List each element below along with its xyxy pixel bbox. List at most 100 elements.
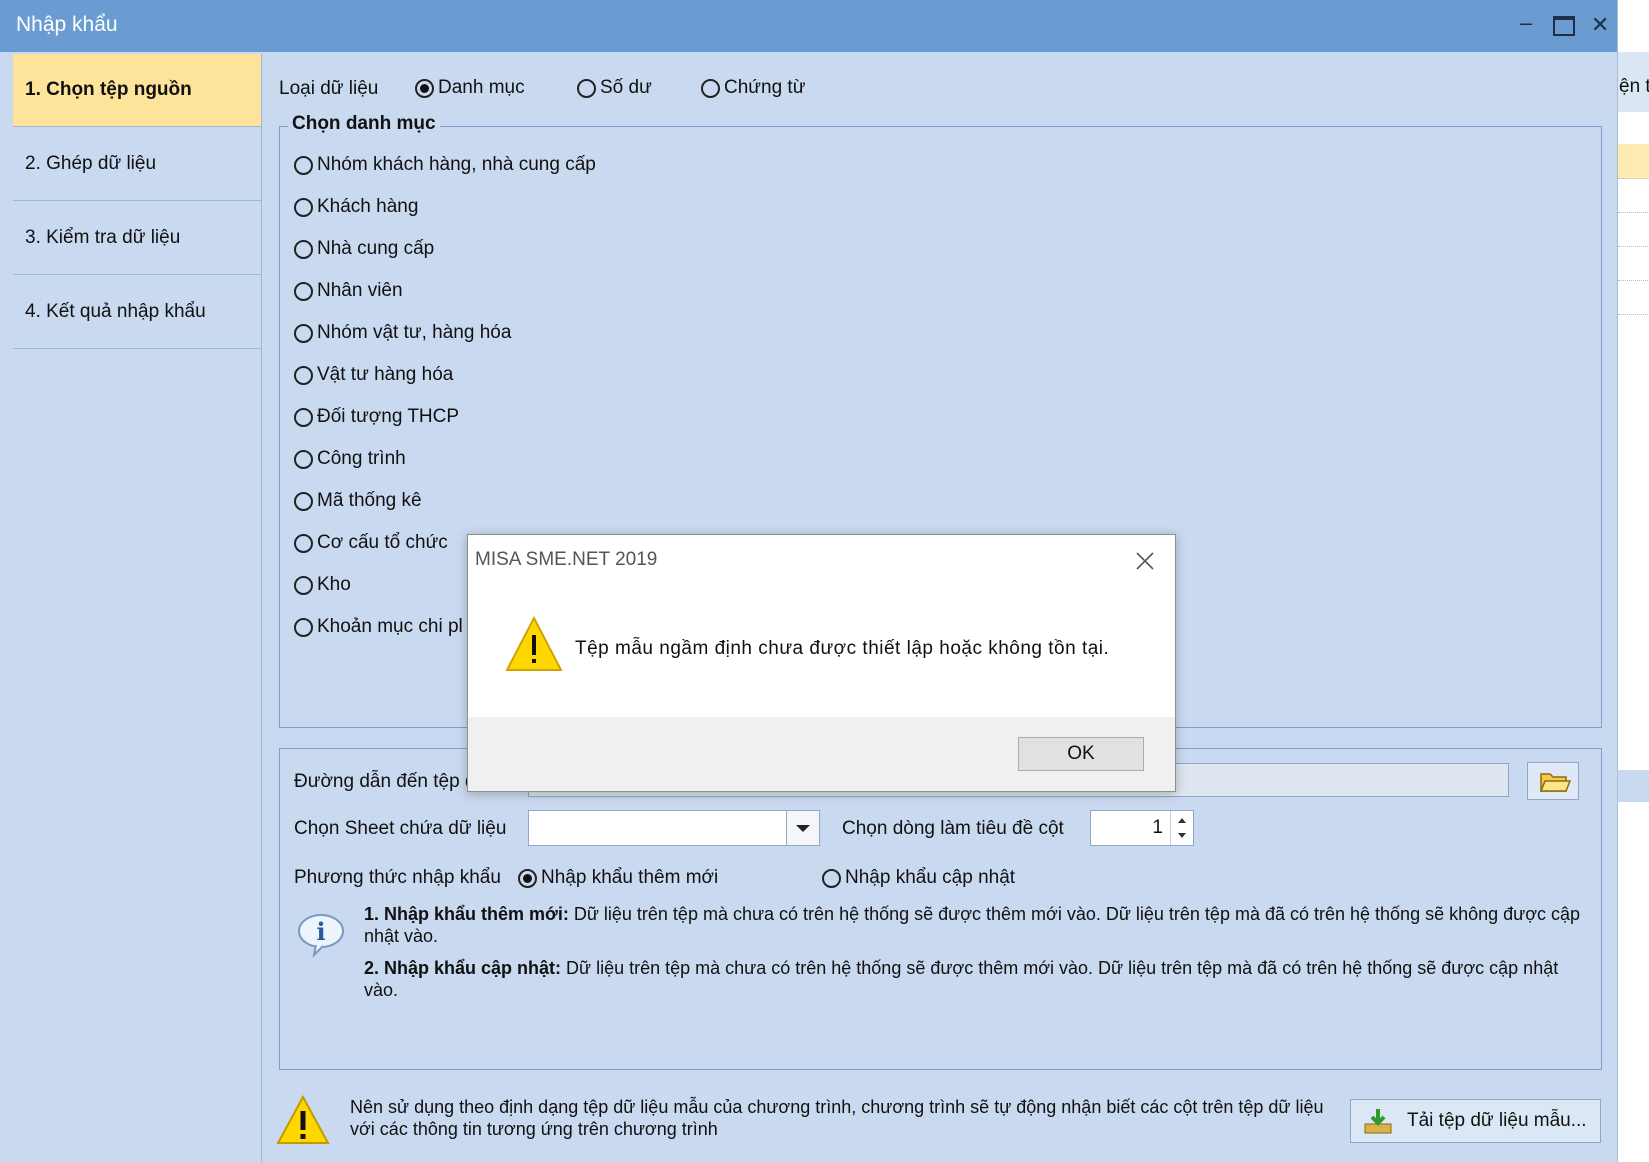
note-add-new: 1. Nhập khẩu thêm mới: Dữ liệu trên tệp … — [364, 903, 1590, 947]
step-import-result[interactable]: 4. Kết quả nhập khẩu — [13, 276, 261, 349]
folder-icon — [1539, 773, 1572, 792]
radio-catalog-item[interactable]: Cơ cấu tổ chức — [294, 532, 448, 554]
step-nav: 1. Chọn tệp nguồn 2. Ghép dữ liệu 3. Kiể… — [13, 54, 262, 1162]
radio-method-add-new[interactable]: Nhập khẩu thêm mới — [518, 867, 718, 889]
radio-label: Kho — [317, 574, 351, 595]
radio-icon — [294, 449, 313, 469]
radio-catalog-item[interactable]: Kho — [294, 574, 351, 596]
header-row-value: 1 — [1152, 817, 1163, 838]
radio-icon — [294, 239, 313, 259]
radio-catalog-item[interactable]: Khách hàng — [294, 196, 418, 218]
dropdown-button[interactable] — [786, 811, 819, 845]
radio-label: Công trình — [317, 448, 406, 469]
radio-icon — [294, 575, 313, 595]
background-row — [1618, 178, 1649, 213]
radio-label: Danh mục — [438, 77, 525, 98]
background-header-text: ện t — [1619, 76, 1649, 97]
step-label: 3. Kiểm tra dữ liệu — [25, 227, 181, 248]
radio-catalog-item[interactable]: Nhóm khách hàng, nhà cung cấp — [294, 154, 596, 176]
close-icon[interactable]: ✕ — [1591, 12, 1609, 38]
radio-selected-icon — [518, 868, 537, 888]
background-bar — [1618, 770, 1649, 802]
radio-label: Cơ cấu tổ chức — [317, 532, 448, 553]
stepper-buttons[interactable] — [1170, 811, 1193, 845]
background-row — [1618, 280, 1649, 315]
close-icon[interactable] — [1135, 551, 1155, 571]
radio-label: Chứng từ — [724, 77, 806, 98]
radio-label: Đối tượng THCP — [317, 406, 460, 427]
radio-label: Nhập khẩu thêm mới — [541, 867, 719, 888]
radio-label: Nhà cung cấp — [317, 238, 435, 259]
background-row — [1618, 212, 1649, 247]
radio-label: Mã thống kê — [317, 490, 422, 511]
radio-icon — [294, 407, 313, 427]
radio-label: Khách hàng — [317, 196, 419, 217]
background-app: ện t — [1617, 0, 1649, 1162]
radio-label: Nhập khẩu cập nhật — [845, 867, 1016, 888]
radio-label: Khoản mục chi pl — [317, 616, 463, 637]
browse-folder-button[interactable] — [1527, 762, 1579, 800]
download-template-button[interactable]: Tải tệp dữ liệu mẫu... — [1350, 1099, 1601, 1143]
radio-catalog-item[interactable]: Nhóm vật tư, hàng hóa — [294, 322, 511, 344]
radio-selected-icon — [415, 78, 434, 98]
radio-data-type-voucher[interactable]: Chứng từ — [701, 77, 805, 99]
radio-catalog-item[interactable]: Vật tư hàng hóa — [294, 364, 453, 386]
header-row-label: Chọn dòng làm tiêu đề cột — [842, 818, 1064, 839]
step-label: 1. Chọn tệp nguồn — [25, 79, 192, 100]
radio-icon — [294, 197, 313, 217]
header-row-stepper[interactable]: 1 — [1090, 810, 1194, 846]
radio-icon — [294, 491, 313, 511]
radio-icon — [294, 155, 313, 175]
radio-catalog-item[interactable]: Nhân viên — [294, 280, 403, 302]
radio-icon — [294, 533, 313, 553]
note-title: 1. Nhập khẩu thêm mới: — [364, 904, 569, 924]
warning-icon — [276, 1094, 330, 1144]
download-icon — [1364, 1109, 1392, 1134]
radio-label: Nhóm khách hàng, nhà cung cấp — [317, 154, 596, 175]
radio-icon — [822, 868, 841, 888]
note-update: 2. Nhập khẩu cập nhật: Dữ liệu trên tệp … — [364, 957, 1590, 1001]
step-check-data[interactable]: 3. Kiểm tra dữ liệu — [13, 202, 261, 275]
title-bar: Nhập khẩu – ✕ — [0, 0, 1617, 52]
step-label: 2. Ghép dữ liệu — [25, 153, 157, 174]
step-label: 4. Kết quả nhập khẩu — [25, 301, 206, 322]
step-choose-source[interactable]: 1. Chọn tệp nguồn — [13, 54, 261, 127]
radio-label: Nhân viên — [317, 280, 403, 301]
ok-button[interactable]: OK — [1018, 737, 1144, 771]
warning-icon — [505, 615, 563, 671]
dialog-title: MISA SME.NET 2019 — [475, 549, 658, 570]
radio-icon — [294, 365, 313, 385]
step-map-data[interactable]: 2. Ghép dữ liệu — [13, 128, 261, 201]
stepper-arrows-icon — [1178, 818, 1186, 838]
background-row — [1618, 246, 1649, 281]
sheet-select[interactable] — [528, 810, 820, 846]
data-type-label: Loại dữ liệu — [279, 78, 379, 99]
chevron-down-icon — [796, 825, 810, 832]
radio-data-type-balance[interactable]: Số dư — [577, 77, 652, 99]
radio-catalog-item[interactable]: Nhà cung cấp — [294, 238, 434, 260]
window-title: Nhập khẩu — [16, 13, 118, 36]
radio-label: Số dư — [600, 77, 652, 98]
radio-data-type-catalog[interactable]: Danh mục — [415, 77, 525, 99]
background-row — [1618, 144, 1649, 179]
radio-icon — [294, 323, 313, 343]
sheet-label: Chọn Sheet chứa dữ liệu — [294, 818, 507, 839]
radio-catalog-item[interactable]: Mã thống kê — [294, 490, 422, 512]
radio-icon — [701, 78, 720, 98]
radio-catalog-item[interactable]: Khoản mục chi pl — [294, 616, 463, 638]
radio-icon — [294, 281, 313, 301]
radio-label: Vật tư hàng hóa — [317, 364, 454, 385]
note-title: 2. Nhập khẩu cập nhật: — [364, 958, 562, 978]
maximize-icon[interactable] — [1553, 16, 1575, 36]
radio-icon — [294, 617, 313, 637]
info-icon: i — [298, 914, 344, 959]
download-label: Tải tệp dữ liệu mẫu... — [1407, 1110, 1587, 1131]
catalog-legend: Chọn danh mục — [288, 113, 440, 135]
radio-method-update[interactable]: Nhập khẩu cập nhật — [822, 867, 1015, 889]
radio-catalog-item[interactable]: Đối tượng THCP — [294, 406, 459, 428]
radio-catalog-item[interactable]: Công trình — [294, 448, 406, 470]
path-label: Đường dẫn đến tệp d — [294, 771, 476, 792]
svg-text:i: i — [316, 917, 325, 946]
minimize-icon[interactable]: – — [1520, 10, 1532, 36]
footer-warning-text: Nên sử dụng theo định dạng tệp dữ liệu m… — [350, 1097, 1324, 1139]
